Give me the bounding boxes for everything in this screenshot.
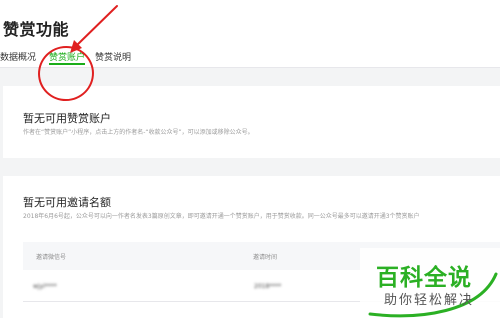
watermark-badge: 百科全说 助你轻松解决 — [360, 248, 500, 318]
watermark-subtitle: 助你轻松解决 — [384, 293, 475, 308]
watermark-title: 百科全说 — [376, 265, 472, 291]
